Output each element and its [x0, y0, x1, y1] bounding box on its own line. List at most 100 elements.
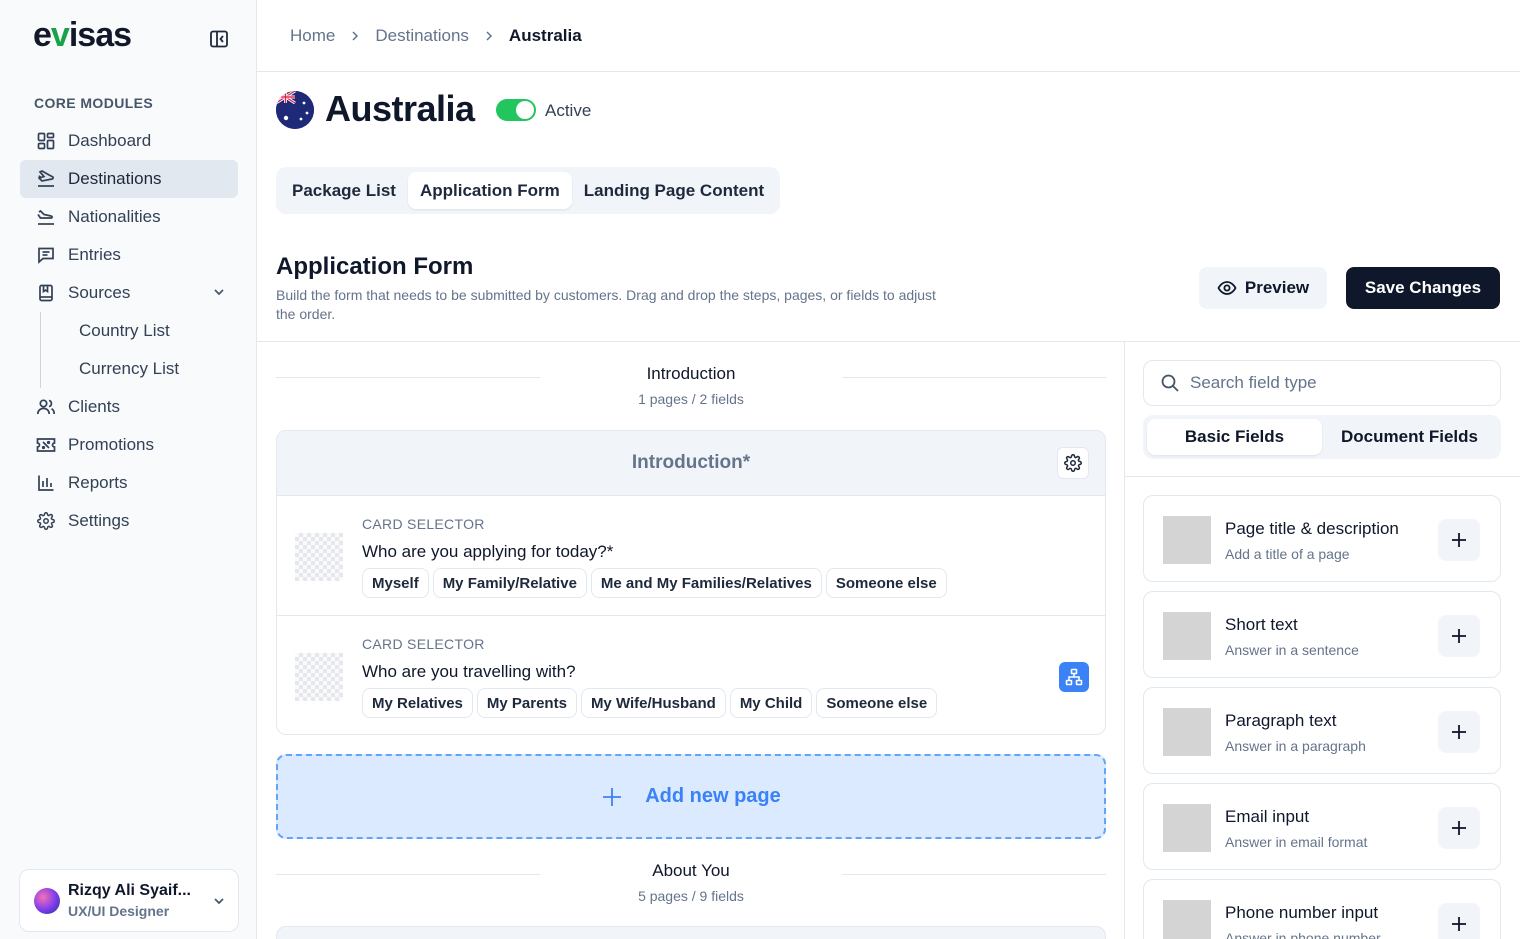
drag-handle[interactable] [295, 653, 343, 701]
add-new-page-label: Add new page [645, 785, 781, 807]
hierarchy-icon [1065, 668, 1083, 686]
active-toggle[interactable] [496, 99, 536, 121]
step-name: About You [652, 861, 730, 880]
field-type-desc: Add a title of a page [1225, 546, 1350, 562]
step-header-about-you[interactable]: About You 5 pages / 9 fields [276, 861, 1106, 904]
field-type-desc: Answer in a paragraph [1225, 738, 1366, 754]
conditional-logic-button[interactable] [1059, 662, 1089, 692]
plus-icon [1452, 917, 1466, 931]
book-icon [36, 283, 56, 303]
option-chips: Myself My Family/Relative Me and My Fami… [362, 568, 947, 598]
drag-handle[interactable] [295, 533, 343, 581]
option-chip: My Family/Relative [432, 568, 587, 598]
sidebar-item-label: Reports [68, 473, 128, 492]
chevron-right-icon [349, 30, 361, 42]
search-input[interactable] [1190, 373, 1470, 393]
sidebar-item-label: Entries [68, 245, 121, 264]
sidebar-item-promotions[interactable]: Promotions [20, 426, 238, 464]
tab-application-form[interactable]: Application Form [407, 172, 572, 209]
divider [276, 874, 540, 875]
breadcrumb: Home Destinations Australia [257, 0, 1520, 72]
tab-basic-fields[interactable]: Basic Fields [1147, 419, 1322, 455]
option-chip: My Parents [476, 688, 577, 718]
divider [1124, 342, 1125, 939]
field-type-item[interactable]: Paragraph text Answer in a paragraph [1143, 687, 1501, 774]
field-type-name: Short text [1225, 615, 1298, 634]
collapse-sidebar-button[interactable] [207, 27, 231, 51]
status-label: Active [545, 101, 592, 120]
search-field-type [1143, 360, 1501, 406]
option-chip: Someone else [825, 568, 947, 598]
save-changes-button[interactable]: Save Changes [1346, 267, 1500, 309]
add-field-button[interactable] [1438, 807, 1480, 849]
tab-bar: Package List Application Form Landing Pa… [276, 167, 781, 214]
sidebar-item-currency-list[interactable]: Currency List [40, 350, 238, 388]
tab-landing-page-content[interactable]: Landing Page Content [572, 172, 776, 209]
step-name: Introduction [646, 364, 736, 383]
field-type-item[interactable]: Short text Answer in a sentence [1143, 591, 1501, 678]
preview-button[interactable]: Preview [1199, 267, 1327, 309]
chevron-down-icon [212, 894, 226, 908]
add-field-button[interactable] [1438, 519, 1480, 561]
option-chip: My Wife/Husband [580, 688, 726, 718]
sidebar-item-label: Clients [68, 397, 120, 416]
field-type-item[interactable]: Email input Answer in email format [1143, 783, 1501, 870]
page-card: Introduction* CARD SELECTOR Who are you … [276, 430, 1106, 735]
sidebar-item-clients[interactable]: Clients [20, 388, 238, 426]
user-role: UX/UI Designer [68, 903, 170, 919]
step-header-introduction[interactable]: Introduction 1 pages / 2 fields [276, 364, 1106, 407]
field-type-label: CARD SELECTOR [362, 636, 485, 652]
australia-flag-icon [276, 91, 314, 129]
sidebar-item-country-list[interactable]: Country List [40, 312, 238, 350]
sidebar-item-label: Dashboard [68, 131, 152, 150]
field-tabs: Basic Fields Document Fields [1143, 415, 1501, 459]
plus-icon [1452, 725, 1466, 739]
breadcrumb-home[interactable]: Home [290, 26, 335, 46]
sidebar-item-settings[interactable]: Settings [20, 502, 238, 540]
option-chip: My Relatives [362, 688, 473, 718]
logo[interactable]: evisas [33, 16, 132, 55]
divider [1125, 476, 1520, 477]
sidebar-item-nationalities[interactable]: Nationalities [20, 198, 238, 236]
plus-icon [1452, 533, 1466, 547]
option-chip: Me and My Families/Relatives [590, 568, 822, 598]
eye-icon [1217, 281, 1237, 295]
user-menu[interactable]: Rizqy Ali Syaif... UX/UI Designer [19, 869, 239, 932]
field-question: Who are you travelling with? [362, 662, 576, 681]
tab-package-list[interactable]: Package List [280, 172, 408, 209]
option-chips: My Relatives My Parents My Wife/Husband … [362, 688, 938, 718]
form-field-row[interactable]: CARD SELECTOR Who are you applying for t… [277, 496, 1105, 616]
page-settings-button[interactable] [1057, 447, 1089, 479]
field-type-name: Page title & description [1225, 519, 1399, 538]
users-icon [36, 397, 56, 417]
section-description: Build the form that needs to be submitte… [276, 287, 936, 322]
sidebar-item-destinations[interactable]: Destinations [20, 160, 238, 198]
plane-icon [36, 169, 56, 189]
gear-icon [1064, 454, 1082, 472]
step-meta: 1 pages / 2 fields [638, 391, 744, 407]
page-card [276, 926, 1106, 939]
gear-icon [36, 511, 56, 531]
page-header[interactable]: Introduction* [277, 431, 1105, 496]
user-name: Rizqy Ali Syaif... [68, 882, 191, 899]
add-new-page-button[interactable]: Add new page [276, 754, 1106, 839]
add-field-button[interactable] [1438, 711, 1480, 753]
breadcrumb-destinations[interactable]: Destinations [375, 26, 469, 46]
field-type-list: Page title & description Add a title of … [1143, 495, 1501, 939]
sidebar-collapse-icon [210, 30, 228, 48]
tab-document-fields[interactable]: Document Fields [1322, 419, 1497, 455]
field-thumbnail [1163, 516, 1211, 564]
sidebar: evisas CORE MODULES Dashboard Destinatio… [0, 0, 257, 939]
sidebar-item-label: Promotions [68, 435, 154, 454]
add-field-button[interactable] [1438, 903, 1480, 939]
add-field-button[interactable] [1438, 615, 1480, 657]
sidebar-item-reports[interactable]: Reports [20, 464, 238, 502]
divider [842, 874, 1106, 875]
sidebar-item-sources[interactable]: Sources [20, 274, 238, 312]
sidebar-item-dashboard[interactable]: Dashboard [20, 122, 238, 160]
field-type-item[interactable]: Phone number input Answer in phone numbe… [1143, 879, 1501, 939]
field-type-item[interactable]: Page title & description Add a title of … [1143, 495, 1501, 582]
option-chip: My Child [729, 688, 813, 718]
form-field-row[interactable]: CARD SELECTOR Who are you travelling wit… [277, 616, 1105, 734]
sidebar-item-entries[interactable]: Entries [20, 236, 238, 274]
